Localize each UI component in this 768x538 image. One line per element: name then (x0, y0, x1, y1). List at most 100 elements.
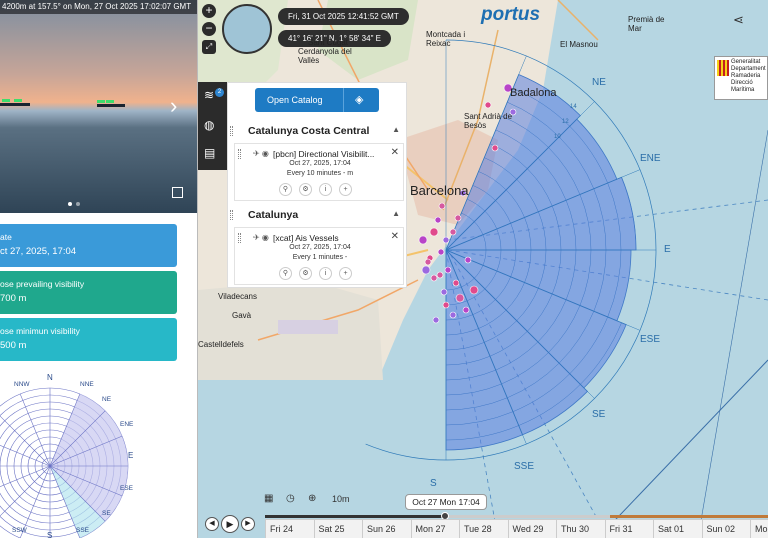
vessel-marker[interactable] (442, 301, 450, 309)
timeline-day-label[interactable]: Sun 02 (707, 524, 736, 534)
vessel-marker (97, 100, 105, 103)
add-icon[interactable]: + (339, 183, 352, 196)
timeline-day-label[interactable]: Sat 01 (658, 524, 684, 534)
globe-icon[interactable]: ◍ (204, 118, 214, 132)
vessel-marker[interactable] (438, 202, 446, 210)
layer-type-icons[interactable]: ✈ ◉ (253, 149, 269, 158)
layer-card: ✈ ◉ [pbcn] Directional Visibilit... ✕ Oc… (234, 143, 404, 201)
vessel-marker[interactable] (454, 214, 462, 222)
vessel-marker[interactable] (434, 216, 442, 224)
layer-group-header[interactable]: Catalunya ▲ (228, 209, 408, 225)
place-label: Gavà (232, 311, 252, 320)
timeline-day-label[interactable]: Tue 28 (464, 524, 492, 534)
pin-icon[interactable]: ⚲ (279, 183, 292, 196)
calendar-icon[interactable]: ▦ (264, 493, 273, 504)
day-tick (604, 520, 606, 538)
stat-prevailing-card: ose prevailing visibility 700 m (0, 271, 177, 314)
vessel-marker[interactable] (455, 293, 465, 303)
timeline-days[interactable]: Fri 24 Sat 25 Sun 26 Mon 27 Tue 28 Wed 29 Thu … (265, 519, 768, 538)
timeline-day-label[interactable]: Fri 24 (270, 524, 293, 534)
vessel-marker[interactable] (442, 236, 450, 244)
vessel-marker[interactable] (449, 311, 457, 319)
vessel-marker[interactable] (436, 271, 444, 279)
range-label: 14 (570, 104, 577, 110)
close-icon[interactable]: ✕ (391, 231, 399, 242)
vessel-marker[interactable] (462, 306, 470, 314)
bookmark-icon[interactable]: ▤ (204, 146, 215, 160)
camera-image[interactable]: 4200m at 157.5° on Mon, 27 Oct 2025 17:0… (0, 0, 197, 213)
drag-handle-icon[interactable] (238, 233, 241, 243)
collapse-icon[interactable]: ▲ (392, 125, 400, 134)
layers-panel: Open Catalog ◈ Catalunya Costa Central ▲… (227, 82, 407, 288)
carousel-dot[interactable] (68, 202, 72, 206)
settings-icon[interactable]: ⚙ (299, 267, 312, 280)
step-forward-button[interactable]: ▶ (241, 517, 255, 531)
vessel-marker[interactable] (464, 256, 472, 264)
group-title: Catalunya Costa Central (248, 125, 370, 137)
stat-label: ose prevailing visibility (0, 279, 85, 289)
group-title: Catalunya (248, 209, 299, 221)
vessel-marker[interactable] (429, 227, 439, 237)
place-label: Sant Cugat (308, 38, 349, 47)
catalan-flag-icon (717, 60, 729, 76)
expand-icon[interactable] (172, 187, 183, 198)
clock-icon[interactable]: ◷ (286, 493, 295, 504)
timeline-day-label[interactable]: Fri 31 (610, 524, 633, 534)
info-icon[interactable]: i (319, 183, 332, 196)
step-back-button[interactable]: ◀ (205, 517, 219, 531)
timeline-day-label[interactable]: Mon 27 (416, 524, 446, 534)
zoom-in-button[interactable]: + (202, 4, 216, 18)
vessel-marker[interactable] (440, 288, 448, 296)
day-tick (556, 520, 557, 538)
settings-icon[interactable]: ⚙ (299, 183, 312, 196)
timeline-day-label[interactable]: Thu 30 (561, 524, 589, 534)
vessel-marker[interactable] (484, 101, 492, 109)
vessel-marker[interactable] (421, 265, 431, 275)
drag-handle-icon[interactable] (230, 126, 233, 136)
pin-icon[interactable]: ⚲ (279, 267, 292, 280)
overview-minimap[interactable] (222, 4, 272, 54)
timeline-day-label[interactable]: Sat 25 (319, 524, 345, 534)
collapse-icon[interactable]: ▲ (392, 209, 400, 218)
add-icon[interactable]: + (339, 267, 352, 280)
vessel-marker[interactable] (418, 235, 428, 245)
logo-line: Marítima (731, 87, 755, 93)
guide-ring (639, 169, 657, 251)
stack-icon[interactable]: ◈ (355, 93, 363, 106)
layer-type-icons[interactable]: ✈ ◉ (253, 233, 269, 242)
zoom-timeline-icon[interactable]: ⊕ (308, 493, 316, 504)
timeline-day-label[interactable]: Mon (755, 524, 768, 534)
vessel-marker[interactable] (449, 228, 457, 236)
timeline-day-label[interactable]: Sun 26 (367, 524, 396, 534)
range-label: 10 (554, 134, 561, 140)
rose-direction-label: NNW (14, 381, 30, 388)
fullscreen-icon[interactable]: ⤢ (202, 40, 216, 54)
chevron-right-icon[interactable]: › (170, 95, 177, 117)
logo-line: Direcció (731, 80, 753, 86)
drag-handle-icon[interactable] (230, 210, 233, 220)
play-button[interactable]: ▶ (221, 515, 239, 533)
rose-direction-label: ENE (120, 421, 134, 428)
layer-name: [pbcn] Directional Visibilit... (273, 149, 375, 159)
vessel-marker[interactable] (469, 285, 479, 295)
vessel-marker[interactable] (432, 316, 440, 324)
stat-value: 500 m (0, 340, 27, 351)
vessel-marker[interactable] (437, 248, 445, 256)
share-icon[interactable]: ⋖ (733, 12, 744, 28)
vessel-marker[interactable] (444, 266, 452, 274)
drag-handle-icon[interactable] (238, 149, 241, 159)
vessel-marker[interactable] (491, 144, 499, 152)
vessel-marker[interactable] (452, 279, 460, 287)
open-catalog-button[interactable]: Open Catalog ◈ (255, 88, 379, 112)
vessel-marker[interactable] (430, 274, 438, 282)
timeline-step[interactable]: 10m (332, 494, 350, 504)
layers-icon[interactable]: ≋ (204, 88, 214, 102)
close-icon[interactable]: ✕ (391, 147, 399, 158)
carousel-dot[interactable] (76, 202, 80, 206)
layer-group-header[interactable]: Catalunya Costa Central ▲ (228, 125, 408, 141)
info-icon[interactable]: i (319, 267, 332, 280)
place-label: Cerdanyola del Vallès (298, 47, 352, 65)
zoom-out-button[interactable]: − (202, 22, 216, 36)
timeline-day-label[interactable]: Wed 29 (513, 524, 544, 534)
vessel-marker[interactable] (424, 258, 432, 266)
